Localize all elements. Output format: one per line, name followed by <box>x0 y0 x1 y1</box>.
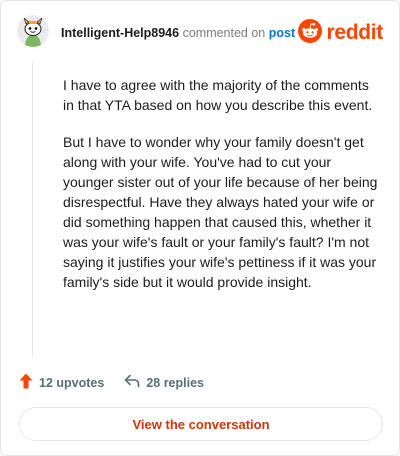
post-link[interactable]: post <box>269 26 295 40</box>
replies-button[interactable]: 28 replies <box>124 374 204 393</box>
view-conversation-button[interactable]: View the conversation <box>19 407 383 441</box>
reddit-logo-icon <box>298 18 323 48</box>
comment-byline: Intelligent-Help8946 commented on post <box>61 25 295 41</box>
action-text: commented on <box>182 26 266 40</box>
reddit-wordmark: reddit <box>326 21 383 44</box>
comment-paragraph: I have to agree with the majority of the… <box>63 77 373 113</box>
reply-count: 28 replies <box>146 376 204 390</box>
username-link[interactable]: Intelligent-Help8946 <box>61 26 179 40</box>
comment-actions: 12 upvotes 28 replies <box>19 373 224 393</box>
comment-body: I have to agree with the majority of the… <box>63 75 381 309</box>
upvote-count: 12 upvotes <box>39 376 105 390</box>
upvote-arrow-icon <box>19 373 33 394</box>
comment-paragraph: But I have to wonder why your family doe… <box>63 134 378 290</box>
user-avatar-icon[interactable] <box>17 15 49 47</box>
comment-card: Intelligent-Help8946 commented on post r <box>0 0 400 456</box>
upvote-button[interactable]: 12 upvotes <box>19 373 104 394</box>
reddit-brand[interactable]: reddit <box>298 18 383 48</box>
comment-header: Intelligent-Help8946 commented on post r <box>17 15 383 51</box>
reply-arrow-icon <box>124 374 140 393</box>
thread-line <box>32 61 33 357</box>
